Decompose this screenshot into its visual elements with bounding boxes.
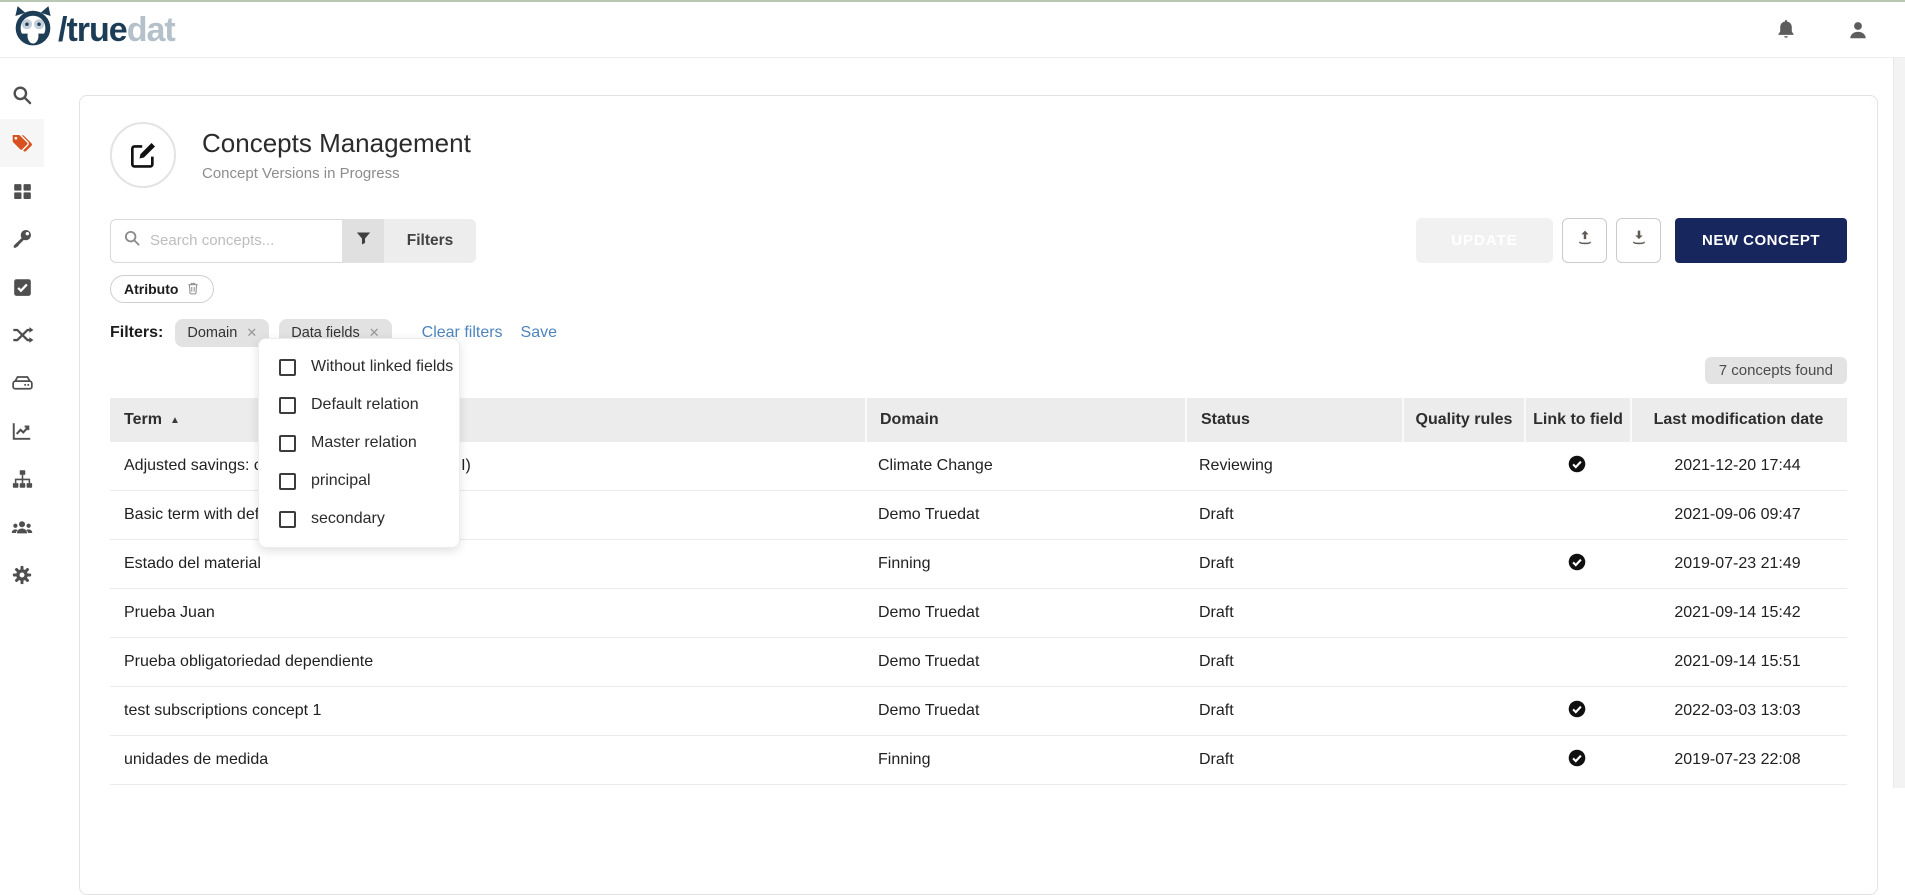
top-navbar: /truedat — [0, 0, 1905, 58]
sidebar-item-dashboards[interactable] — [0, 407, 44, 455]
table-row[interactable]: Prueba obligatoriedad dependiente Demo T… — [110, 638, 1847, 687]
template-chip-row: Atributo — [110, 275, 1847, 303]
page-title: Concepts Management — [202, 128, 471, 159]
search-icon — [11, 84, 33, 106]
results-count-badge: 7 concepts found — [1705, 357, 1847, 384]
sidebar-item-search[interactable] — [0, 71, 44, 119]
remove-filter-icon[interactable]: ✕ — [246, 325, 257, 341]
grid-icon — [12, 181, 33, 202]
sidebar-item-modules[interactable] — [0, 167, 44, 215]
option-checkbox[interactable] — [279, 359, 296, 376]
sidebar-item-quality[interactable] — [0, 263, 44, 311]
table-row[interactable]: test subscriptions concept 1 Demo Trueda… — [110, 687, 1847, 736]
toolbar: Filters UPDATE NEW CONCEPT — [110, 218, 1847, 263]
upload-button[interactable] — [1562, 218, 1607, 263]
sidebar-item-settings[interactable] — [0, 551, 44, 599]
search-input[interactable] — [150, 232, 320, 249]
user-icon[interactable] — [1845, 17, 1871, 43]
sidebar-nav — [0, 58, 44, 788]
page-header: Concepts Management Concept Versions in … — [110, 122, 1847, 188]
dropdown-option[interactable]: Master relation — [259, 424, 459, 462]
option-checkbox[interactable] — [279, 511, 296, 528]
sidebar-item-relations[interactable] — [0, 311, 44, 359]
sidebar-item-structures[interactable] — [0, 359, 44, 407]
page-subtitle: Concept Versions in Progress — [202, 165, 471, 182]
sidebar-item-credentials[interactable] — [0, 215, 44, 263]
page-scrollbar[interactable] — [1893, 58, 1905, 788]
column-header-last-modification-date[interactable]: Last modification date — [1630, 398, 1845, 442]
save-filters-link[interactable]: Save — [521, 324, 557, 342]
tags-icon — [10, 132, 35, 154]
option-checkbox[interactable] — [279, 397, 296, 414]
column-header-term[interactable]: Term▲ — [110, 398, 865, 442]
concepts-card: Concepts Management Concept Versions in … — [79, 95, 1878, 895]
table-row[interactable]: Prueba Juan Demo Truedat Draft 2021-09-1… — [110, 589, 1847, 638]
check-square-icon — [12, 277, 33, 298]
download-icon — [1629, 228, 1649, 253]
new-concept-button[interactable]: NEW CONCEPT — [1675, 218, 1847, 263]
link-check-circle-icon — [1568, 553, 1586, 576]
funnel-icon — [355, 230, 372, 252]
dropdown-option[interactable]: Without linked fields — [259, 348, 459, 386]
data-fields-filter-dropdown: Without linked fields Default relation M… — [258, 338, 460, 548]
filters-bar-label: Filters: — [110, 324, 163, 342]
active-filter-chip[interactable]: Domain ✕ — [175, 319, 269, 347]
edit-pencil-square-icon — [110, 122, 176, 188]
logo-text: /truedat — [58, 13, 175, 47]
download-button[interactable] — [1616, 218, 1661, 263]
template-chip-atributo[interactable]: Atributo — [110, 275, 214, 303]
link-check-circle-icon — [1568, 700, 1586, 723]
link-check-circle-icon — [1568, 455, 1586, 478]
link-check-circle-icon — [1568, 749, 1586, 772]
column-header-status[interactable]: Status — [1185, 398, 1402, 442]
search-group: Filters — [110, 219, 476, 263]
bell-icon[interactable] — [1773, 17, 1799, 43]
sort-asc-icon: ▲ — [170, 415, 180, 426]
dropdown-option[interactable]: secondary — [259, 500, 459, 538]
option-checkbox[interactable] — [279, 473, 296, 490]
table-row[interactable]: unidades de medida Finning Draft 2019-07… — [110, 736, 1847, 785]
column-header-domain[interactable]: Domain — [865, 398, 1185, 442]
truedat-logo[interactable]: /truedat — [12, 5, 175, 54]
owl-logo-icon — [12, 5, 54, 54]
filter-funnel-button[interactable] — [342, 219, 384, 263]
column-header-link-to-field[interactable]: Link to field — [1524, 398, 1630, 442]
option-checkbox[interactable] — [279, 435, 296, 452]
sidebar-item-lineage[interactable] — [0, 455, 44, 503]
dropdown-option[interactable]: Default relation — [259, 386, 459, 424]
sidebar-item-glossary[interactable] — [0, 119, 44, 167]
sidebar-item-users[interactable] — [0, 503, 44, 551]
column-header-quality-rules[interactable]: Quality rules — [1402, 398, 1524, 442]
trash-icon[interactable] — [186, 281, 200, 298]
gear-icon — [11, 564, 33, 586]
upload-icon — [1575, 228, 1595, 253]
search-icon — [123, 229, 141, 252]
update-button[interactable]: UPDATE — [1416, 218, 1553, 263]
hard-drive-icon — [11, 372, 34, 394]
users-icon — [10, 516, 34, 538]
sitemap-icon — [11, 468, 34, 490]
shuffle-icon — [11, 324, 34, 346]
filters-toggle-button[interactable]: Filters — [384, 219, 476, 263]
dropdown-option[interactable]: principal — [259, 462, 459, 500]
key-icon — [11, 228, 33, 250]
chart-line-icon — [11, 420, 33, 442]
